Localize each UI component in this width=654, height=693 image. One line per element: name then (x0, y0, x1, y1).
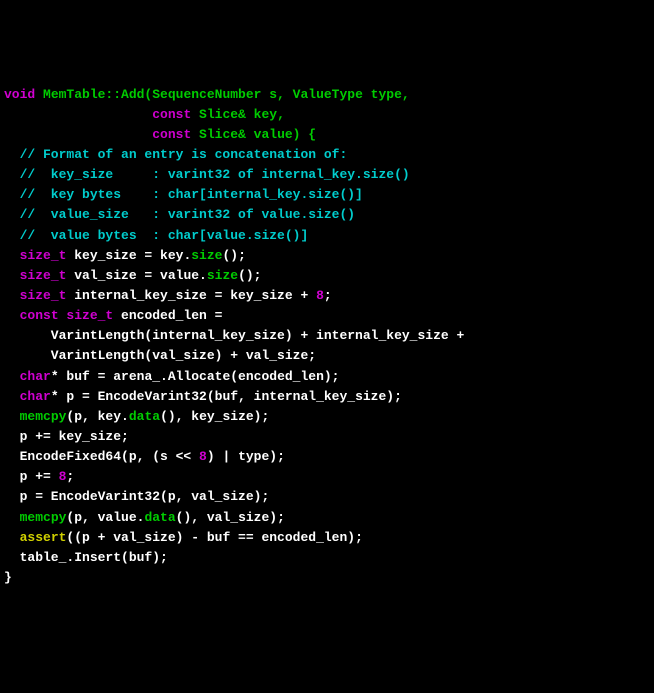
code-line: char* buf = arena_.Allocate(encoded_len)… (4, 367, 650, 387)
code-line: const Slice& key, (4, 105, 650, 125)
code-line: p += 8; (4, 467, 650, 487)
code-line: size_t key_size = key.size(); (4, 246, 650, 266)
code-line: memcpy(p, value.data(), val_size); (4, 508, 650, 528)
code-line: p = EncodeVarint32(p, val_size); (4, 487, 650, 507)
code-line: EncodeFixed64(p, (s << 8) | type); (4, 447, 650, 467)
code-line: size_t internal_key_size = key_size + 8; (4, 286, 650, 306)
code-comment: // value bytes : char[value.size()] (4, 226, 650, 246)
code-comment: // value_size : varint32 of value.size() (4, 205, 650, 225)
code-line: char* p = EncodeVarint32(buf, internal_k… (4, 387, 650, 407)
code-line: table_.Insert(buf); (4, 548, 650, 568)
code-line: const size_t encoded_len = (4, 306, 650, 326)
code-block: void MemTable::Add(SequenceNumber s, Val… (4, 85, 650, 589)
code-line: memcpy(p, key.data(), key_size); (4, 407, 650, 427)
code-comment: // key bytes : char[internal_key.size()] (4, 185, 650, 205)
code-line: const Slice& value) { (4, 125, 650, 145)
code-line: p += key_size; (4, 427, 650, 447)
code-comment: // Format of an entry is concatenation o… (4, 145, 650, 165)
code-comment: // key_size : varint32 of internal_key.s… (4, 165, 650, 185)
code-line: VarintLength(val_size) + val_size; (4, 346, 650, 366)
code-line: size_t val_size = value.size(); (4, 266, 650, 286)
code-line: VarintLength(internal_key_size) + intern… (4, 326, 650, 346)
code-line: assert((p + val_size) - buf == encoded_l… (4, 528, 650, 548)
code-line: void MemTable::Add(SequenceNumber s, Val… (4, 85, 650, 105)
code-line: } (4, 568, 650, 588)
